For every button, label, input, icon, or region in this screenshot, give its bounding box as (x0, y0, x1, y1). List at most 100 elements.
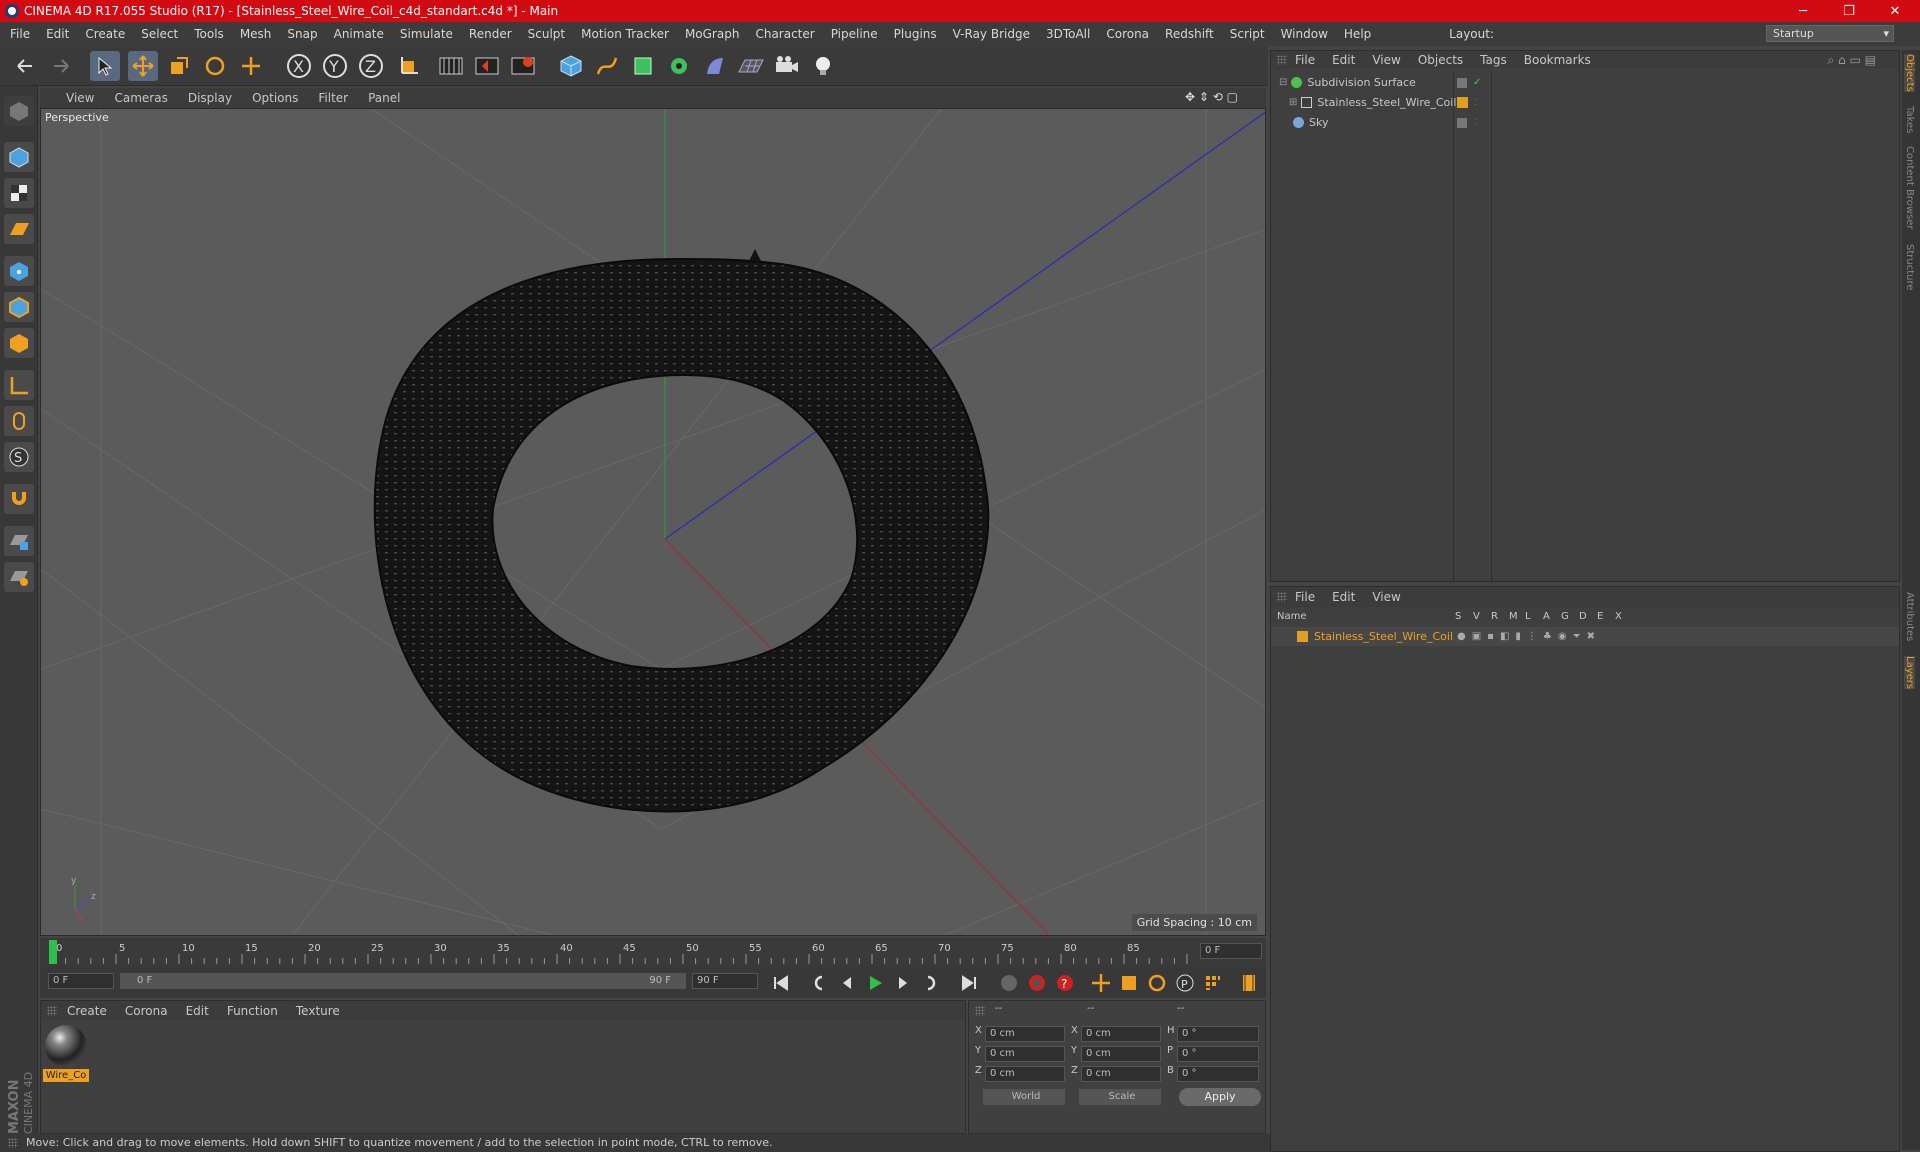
material-menu-create[interactable]: Create (67, 1004, 107, 1018)
texture-mode-icon[interactable] (4, 178, 34, 208)
keyframe-selection-icon[interactable]: ? (1054, 972, 1076, 994)
menu-help[interactable]: Help (1344, 27, 1371, 41)
frame-range-slider[interactable]: 0 F 90 F (120, 973, 686, 989)
menu-pipeline[interactable]: Pipeline (831, 27, 878, 41)
menu-select[interactable]: Select (141, 27, 178, 41)
floor-icon[interactable] (736, 51, 766, 81)
start-frame-field[interactable]: 0 F (48, 973, 114, 989)
light-icon[interactable] (808, 51, 838, 81)
move-icon[interactable] (128, 51, 158, 81)
layout-select[interactable]: Startup ▾ (1766, 25, 1894, 42)
tab-content-browser[interactable]: Content Browser (1904, 146, 1915, 229)
object-row-subdivision-surface[interactable]: ⊟ Subdivision Surface ✓ (1271, 73, 1899, 92)
next-frame-icon[interactable] (892, 972, 914, 994)
expand-icon[interactable]: ⊞ (1289, 97, 1297, 108)
playhead-marker[interactable] (49, 940, 57, 964)
cube-primitive-icon[interactable] (556, 51, 586, 81)
key-scale-icon[interactable] (1118, 972, 1140, 994)
render-picture-viewer-icon[interactable] (472, 51, 502, 81)
menu-script[interactable]: Script (1230, 27, 1265, 41)
prev-frame-icon[interactable] (836, 972, 858, 994)
position-y-field[interactable]: 0 cm (985, 1046, 1065, 1062)
auto-keying-icon[interactable] (1026, 972, 1048, 994)
menu-corona[interactable]: Corona (1106, 27, 1149, 41)
polygons-mode-icon[interactable] (4, 328, 34, 358)
menu-mograph[interactable]: MoGraph (685, 27, 740, 41)
viewport-menu-cameras[interactable]: Cameras (114, 91, 167, 105)
menu-render[interactable]: Render (469, 27, 512, 41)
coordinate-space-select[interactable]: World (983, 1089, 1065, 1105)
object-row-sky[interactable]: Sky ⁚ (1271, 113, 1899, 132)
apply-button[interactable]: Apply (1179, 1088, 1261, 1106)
menu-tools[interactable]: Tools (194, 27, 224, 41)
redo-icon[interactable] (46, 51, 76, 81)
perspective-viewport[interactable]: y z Perspective Grid Spacing : 10 cm (40, 108, 1266, 936)
goto-end-icon[interactable] (958, 972, 980, 994)
rotation-p-field[interactable]: 0 ° (1177, 1046, 1259, 1062)
subdivision-surface-icon[interactable] (628, 51, 658, 81)
render-view-icon[interactable] (436, 51, 466, 81)
object-menu-view[interactable]: View (1372, 53, 1400, 67)
tab-objects[interactable]: Objects (1904, 54, 1915, 92)
tab-layers[interactable]: Layers (1904, 656, 1915, 690)
menu-animate[interactable]: Animate (334, 27, 384, 41)
layer-menu-edit[interactable]: Edit (1332, 590, 1355, 604)
menu-file[interactable]: File (10, 27, 30, 41)
tweak-mode-icon[interactable] (4, 406, 34, 436)
viewport-menu-options[interactable]: Options (252, 91, 298, 105)
object-menu-bookmarks[interactable]: Bookmarks (1524, 53, 1591, 67)
workplane-mode-icon[interactable] (4, 214, 34, 244)
goto-start-icon[interactable] (770, 972, 792, 994)
menu-character[interactable]: Character (755, 27, 814, 41)
size-x-field[interactable]: 0 cm (1081, 1026, 1161, 1042)
key-rotation-icon[interactable] (1146, 972, 1168, 994)
menu-plugins[interactable]: Plugins (894, 27, 937, 41)
minimize-button[interactable]: ─ (1780, 0, 1826, 22)
layer-row-wire-coil[interactable]: Stainless_Steel_Wire_Coil ●▣▪◧▮⋮♣◉⏷✖ (1271, 627, 1899, 646)
layer-menu-file[interactable]: File (1295, 590, 1315, 604)
render-settings-icon[interactable] (508, 51, 538, 81)
rotation-h-field[interactable]: 0 ° (1177, 1026, 1259, 1042)
layer-name[interactable]: Stainless_Steel_Wire_Coil (1314, 630, 1453, 643)
tab-attributes[interactable]: Attributes (1904, 592, 1915, 641)
viewport-menu-panel[interactable]: Panel (368, 91, 400, 105)
key-position-icon[interactable] (1090, 972, 1112, 994)
model-mode-icon[interactable] (4, 142, 34, 172)
coordinate-system-icon[interactable] (394, 51, 424, 81)
viewport-navigation-icons[interactable]: ✥ ⇕ ⟲ ▢ (1185, 90, 1238, 104)
key-pla-icon[interactable] (1202, 972, 1224, 994)
object-menu-edit[interactable]: Edit (1332, 53, 1355, 67)
menu-vray-bridge[interactable]: V-Ray Bridge (953, 27, 1030, 41)
layer-color-icon[interactable] (1297, 631, 1308, 642)
object-name[interactable]: Sky (1309, 116, 1328, 129)
current-frame-field[interactable]: 0 F (1200, 943, 1262, 959)
material-menu-corona[interactable]: Corona (125, 1004, 168, 1018)
rotate-icon[interactable] (200, 51, 230, 81)
layer-toggle-icons[interactable]: ●▣▪◧▮⋮♣◉⏷✖ (1457, 631, 1601, 642)
y-axis-lock-icon[interactable]: Y (320, 51, 350, 81)
visibility-dots-icon[interactable]: ⁚ (1474, 98, 1477, 107)
viewport-menu-filter[interactable]: Filter (318, 91, 348, 105)
menu-edit[interactable]: Edit (46, 27, 69, 41)
transform-icon[interactable] (236, 51, 266, 81)
scale-icon[interactable] (164, 51, 194, 81)
timeline-ruler[interactable]: 051015202530354045505560657075808590 0 F (40, 938, 1266, 966)
restore-button[interactable]: ❐ (1826, 0, 1872, 22)
pen-spline-icon[interactable] (592, 51, 622, 81)
make-editable-icon[interactable] (4, 96, 34, 126)
key-parameter-icon[interactable]: P (1174, 972, 1196, 994)
object-menu-tags[interactable]: Tags (1480, 53, 1507, 67)
select-arrow-icon[interactable] (90, 51, 120, 81)
deformer-icon[interactable] (700, 51, 730, 81)
close-button[interactable]: ✕ (1872, 0, 1918, 22)
position-z-field[interactable]: 0 cm (985, 1066, 1065, 1082)
collapse-icon[interactable]: ⊟ (1279, 77, 1287, 88)
snap-magnet-icon[interactable] (4, 484, 34, 514)
object-menu-file[interactable]: File (1295, 53, 1315, 67)
axis-mode-icon[interactable] (4, 370, 34, 400)
object-name[interactable]: Subdivision Surface (1307, 76, 1415, 89)
size-mode-select[interactable]: Scale (1079, 1089, 1161, 1105)
rotation-b-field[interactable]: 0 ° (1177, 1066, 1259, 1082)
enabled-check-icon[interactable]: ✓ (1473, 77, 1481, 88)
camera-icon[interactable] (772, 51, 802, 81)
